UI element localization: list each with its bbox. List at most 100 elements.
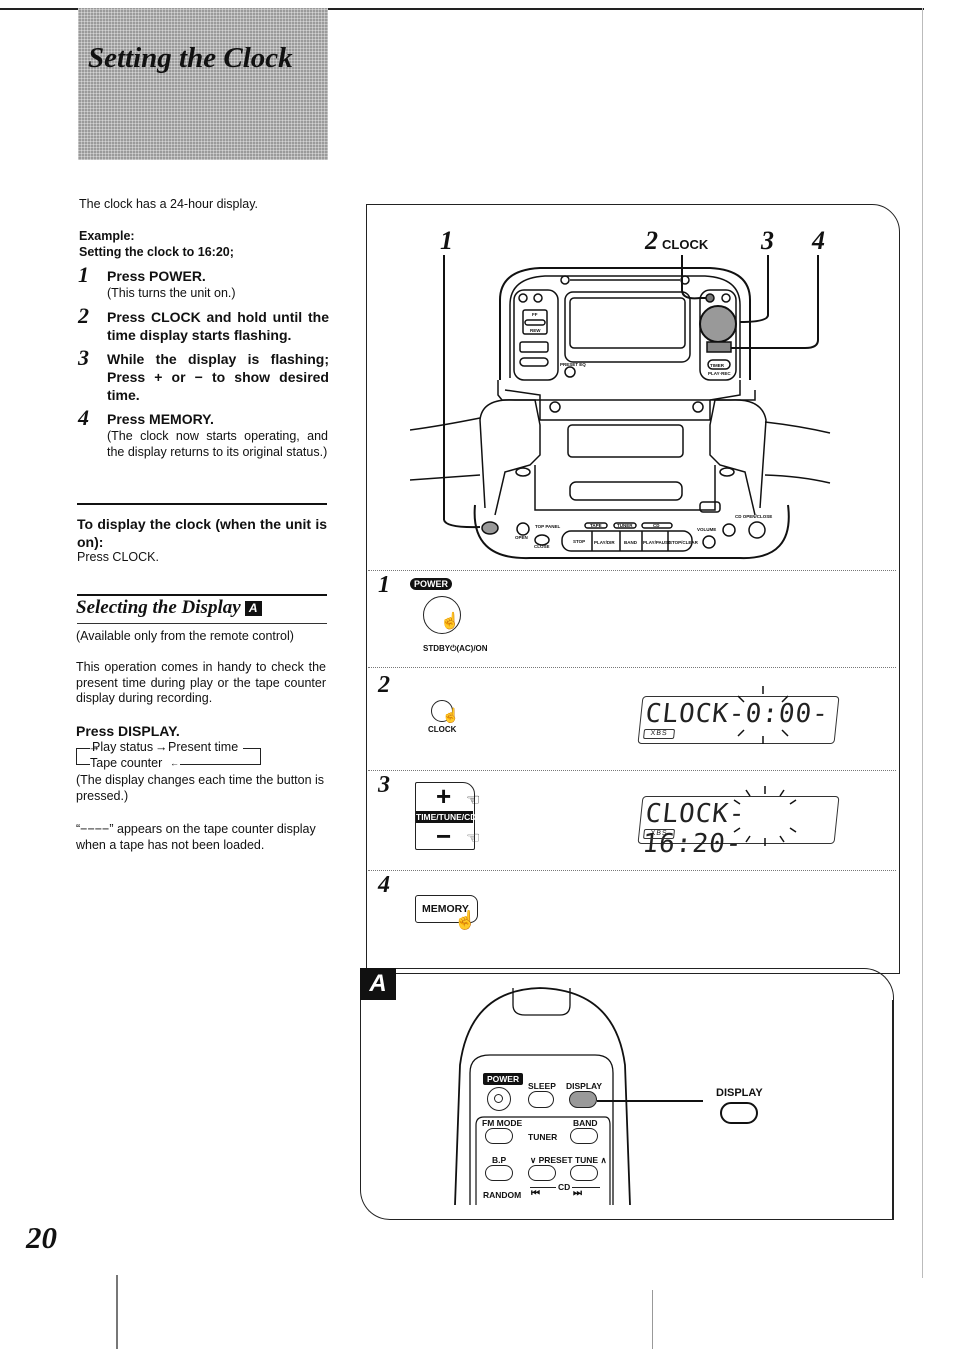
unit-label-top-panel: TOP PANEL xyxy=(535,524,561,529)
flashing-indicator xyxy=(733,786,797,846)
remote-power-label: POWER xyxy=(483,1073,524,1085)
remote-power-button[interactable] xyxy=(487,1087,511,1111)
step-note: (This turns the unit on.) xyxy=(107,286,236,300)
figure-a-badge: A xyxy=(244,601,262,616)
section-rule xyxy=(77,623,327,624)
display-callout-line xyxy=(597,1100,703,1102)
hand-pointer-icon: ☝ xyxy=(454,910,477,930)
step-number: 2 xyxy=(78,303,89,328)
row-divider xyxy=(368,570,896,571)
hand-pointer-icon: ☜ xyxy=(466,792,481,809)
remote-fm-mode-label: FM MODE xyxy=(482,1118,523,1128)
display-body: This operation comes in handy to check t… xyxy=(76,660,326,705)
remote-fm-mode-button[interactable] xyxy=(485,1128,513,1144)
remote-preset-up-button[interactable] xyxy=(570,1165,598,1181)
hand-pointer-icon: ☝ xyxy=(440,613,460,630)
power-label: POWER xyxy=(410,578,453,590)
cycle-item-play-status: Play status xyxy=(92,740,154,754)
unit-label-tape: TAPE xyxy=(590,523,602,528)
cycle-item-present-time: Present time xyxy=(168,740,239,754)
callout-line-4 xyxy=(728,255,819,349)
clock-button[interactable]: ☝ xyxy=(431,700,459,723)
cycle-note: (The display changes each time the butto… xyxy=(76,773,325,803)
unit-label-tuner: TUNER xyxy=(617,523,633,528)
remote-sleep-label: SLEEP xyxy=(528,1081,556,1091)
scan-artifact-line xyxy=(116,1275,118,1349)
remote-bp-button[interactable] xyxy=(485,1165,513,1181)
remote-band-button[interactable] xyxy=(570,1128,598,1144)
display-clock-body: Press CLOCK. xyxy=(77,550,159,564)
plus-button[interactable]: + xyxy=(436,781,451,812)
callout-line-3 xyxy=(739,255,769,323)
title-banner: Setting the Clock xyxy=(78,8,328,160)
clock-button-label: CLOCK xyxy=(428,725,457,734)
power-button[interactable]: ☝ xyxy=(423,596,461,634)
page-title: Setting the Clock xyxy=(88,42,293,74)
power-button-label: STDBY⏻(AC)/ON xyxy=(423,644,488,653)
remote-cd-label: CD xyxy=(556,1182,573,1192)
unit-label-rew: REW xyxy=(530,328,541,333)
step-4-number: 4 xyxy=(378,872,390,898)
section-title: Selecting the Display A xyxy=(76,597,262,619)
right-margin-line xyxy=(922,8,923,1278)
cycle-item-tape-counter: Tape counter xyxy=(90,756,163,770)
remote-bp-label: B.P xyxy=(492,1155,507,1165)
remote-prev-icon[interactable]: ⏮ xyxy=(531,1188,540,1199)
power-icon xyxy=(494,1094,503,1103)
hand-pointer-icon: ☜ xyxy=(466,830,481,847)
remote-display-label: DISPLAY xyxy=(566,1081,603,1091)
unit-label-cd: CD xyxy=(653,523,660,528)
xbs-indicator: XBS xyxy=(643,729,676,739)
unit-label-play: PLAY/DIR xyxy=(594,540,615,545)
unit-label-stop: STOP xyxy=(573,539,585,544)
remote-only-note: (Available only from the remote control) xyxy=(76,629,294,643)
unit-illustration: STOP PLAY/DIR BAND PLAY/PAUSE STOP/CLEAR… xyxy=(410,255,831,560)
display-callout-label: DISPLAY xyxy=(716,1087,763,1099)
row-divider xyxy=(368,667,896,668)
step-heading: Press POWER. xyxy=(107,268,206,284)
scan-artifact-line xyxy=(652,1290,653,1349)
display-cycle-diagram: → Play status → Present time Tape counte… xyxy=(76,740,266,772)
flashing-indicator xyxy=(737,686,789,744)
step-note: (The clock now starts operating, and the… xyxy=(107,429,328,459)
remote-tuner-label: TUNER xyxy=(528,1132,558,1142)
section-rule xyxy=(77,594,327,596)
hand-pointer-icon: ☝ xyxy=(442,707,460,723)
section-rule xyxy=(77,503,327,505)
minus-button[interactable]: − xyxy=(436,821,451,852)
page-number: 20 xyxy=(26,1220,57,1255)
power-button-highlight xyxy=(481,521,499,535)
unit-label-preset-eq: PRESET EQ xyxy=(560,362,586,367)
row-divider xyxy=(368,770,896,771)
unit-label-cd-open: CD OPEN/CLOSE xyxy=(735,514,772,519)
xbs-indicator: XBS xyxy=(643,829,676,839)
display-clock-heading: To display the clock (when the unit is o… xyxy=(77,516,327,550)
unit-label-playpause: PLAY/PAUSE xyxy=(643,540,671,545)
unit-label-open: OPEN xyxy=(515,535,528,540)
unit-label-close: CLOSE xyxy=(534,544,550,549)
step-1-number: 1 xyxy=(378,572,390,598)
remote-panel-right xyxy=(892,1000,894,1220)
unit-label-ff: FF xyxy=(532,312,538,317)
unit-label-band: BAND xyxy=(624,540,638,545)
step-3-number: 3 xyxy=(378,772,390,798)
intro-text: The clock has a 24-hour display. xyxy=(79,197,259,211)
unit-label-volume: VOLUME xyxy=(697,527,716,532)
tape-note: “−−−−” appears on the tape counter displ… xyxy=(76,822,316,852)
remote-next-icon[interactable]: ⏭ xyxy=(573,1188,582,1199)
example-label: Example: xyxy=(79,229,135,243)
example-text: Setting the clock to 16:20; xyxy=(79,245,234,259)
display-button-callout[interactable] xyxy=(720,1102,758,1124)
step-heading: Press MEMORY. xyxy=(107,411,214,427)
remote-sleep-button[interactable] xyxy=(528,1091,554,1108)
unit-label-play-rec: PLAY·REC xyxy=(708,371,731,376)
step-number: 3 xyxy=(78,345,89,370)
unit-label-timer: TIMER xyxy=(710,363,725,368)
step-number: 4 xyxy=(78,405,89,430)
remote-preset-down-button[interactable] xyxy=(528,1165,556,1181)
remote-display-button[interactable] xyxy=(569,1091,597,1108)
step-heading: Press CLOCK and hold until the time disp… xyxy=(107,309,329,343)
remote-random-label: RANDOM xyxy=(483,1190,522,1200)
section-title-text: Selecting the Display xyxy=(76,597,241,618)
unit-label-stopclear: STOP/CLEAR xyxy=(669,540,699,545)
